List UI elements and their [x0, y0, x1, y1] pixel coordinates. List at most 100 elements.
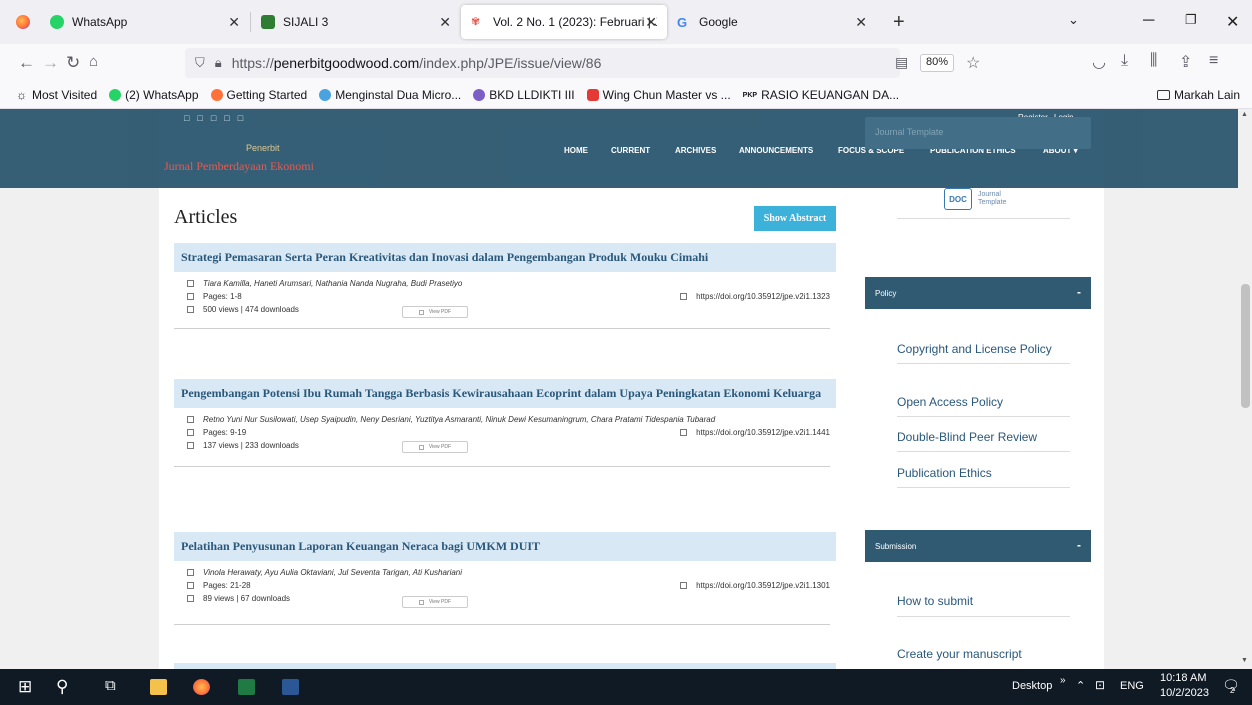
clock-time[interactable]: 10:18 AM [1160, 672, 1206, 684]
sidebar-link-how-to-submit[interactable]: How to submit [897, 594, 973, 608]
list-tabs-chevron-icon[interactable]: ⌄ [1068, 12, 1079, 28]
reload-icon[interactable]: ↻ [66, 53, 80, 73]
clock-date[interactable]: 10/2/2023 [1160, 687, 1209, 699]
sidebar-link-open-access[interactable]: Open Access Policy [897, 395, 1003, 409]
excel-icon[interactable] [238, 679, 255, 695]
zoom-level-badge[interactable]: 80% [920, 54, 955, 72]
other-bookmarks[interactable]: Markah Lain [1156, 88, 1240, 102]
sidebar-link-copyright[interactable]: Copyright and License Policy [897, 342, 1052, 356]
network-icon[interactable]: ⊡ [1095, 678, 1105, 692]
bookmark-whatsapp[interactable]: (2) WhatsApp [109, 88, 199, 102]
url-text[interactable]: https://penerbitgoodwood.com/index.php/J… [232, 55, 602, 71]
close-tab-icon[interactable]: ✕ [228, 14, 240, 31]
scroll-up-arrow-icon[interactable]: ▲ [1241, 111, 1248, 118]
file-explorer-icon[interactable] [150, 679, 167, 695]
article-title-link[interactable]: Pelatihan Penyusunan Laporan Keuangan Ne… [174, 532, 836, 561]
close-tab-icon[interactable]: ✕ [645, 14, 657, 31]
collapse-toggle-icon[interactable]: - [1077, 538, 1081, 552]
article-doi-link[interactable]: https://doi.org/10.35912/jpe.v2i1.1301 [680, 581, 830, 590]
home-icon[interactable]: ⌂ [89, 53, 98, 70]
reader-view-icon[interactable]: ▤ [895, 54, 908, 71]
downloads-icon[interactable]: ⤓ [1121, 52, 1128, 70]
bookmark-rasio-keuangan[interactable]: PKP RASIO KEUANGAN DA... [743, 88, 899, 102]
scroll-down-arrow-icon[interactable]: ▼ [1241, 657, 1248, 664]
article-stats-row: 500 views | 474 downloads [187, 305, 299, 314]
bookmark-most-visited[interactable]: ☼ Most Visited [16, 88, 97, 102]
tracking-shield-icon[interactable]: ⛉ [195, 55, 205, 71]
nav-archives[interactable]: ARCHIVES [675, 146, 716, 155]
pdf-icon [418, 309, 424, 315]
nav-announcements[interactable]: ANNOUNCEMENTS [739, 146, 813, 155]
article-stats: 500 views | 474 downloads [203, 305, 299, 314]
articles-heading: Articles [174, 206, 238, 228]
tab-journal-issue[interactable]: ✾ Vol. 2 No. 1 (2023): Februari | Jur ✕ [461, 5, 667, 39]
tab-sijali[interactable]: SIJALI 3 ✕ [251, 5, 461, 39]
browser-tab-strip: WhatsApp ✕ SIJALI 3 ✕ ✾ Vol. 2 No. 1 (20… [0, 0, 1252, 44]
library-icon[interactable]: ⫼ [1150, 52, 1157, 70]
url-path: /index.php/JPE/issue/view/86 [419, 55, 602, 71]
word-icon[interactable] [282, 679, 299, 695]
article-doi-link[interactable]: https://doi.org/10.35912/jpe.v2i1.1441 [680, 428, 830, 437]
page-scrollbar[interactable]: ▲ ▼ [1238, 109, 1252, 669]
tab-whatsapp[interactable]: WhatsApp ✕ [40, 5, 250, 39]
collapse-toggle-icon[interactable]: - [1077, 285, 1081, 299]
divider [897, 218, 1070, 219]
show-hidden-icons-chevron-icon[interactable]: ⌃ [1076, 679, 1085, 692]
article-doi: https://doi.org/10.35912/jpe.v2i1.1441 [696, 428, 830, 437]
url-bar[interactable]: ⛉ 🔒︎ https://penerbitgoodwood.com/index.… [185, 48, 980, 78]
search-icon[interactable]: ⚲ [56, 677, 68, 697]
bookmark-menginstal[interactable]: Menginstal Dua Micro... [319, 88, 461, 102]
bookmark-getting-started[interactable]: Getting Started [210, 88, 308, 102]
publisher-logo[interactable]: Penerbit [246, 143, 280, 153]
scroll-thumb[interactable] [1241, 284, 1250, 408]
bookmark-label: RASIO KEUANGAN DA... [761, 88, 900, 102]
chevron-double-right-icon[interactable]: » [1060, 675, 1066, 686]
back-arrow-icon[interactable]: ← [18, 53, 35, 73]
site-title[interactable]: Jurnal Pemberdayaan Ekonomi [164, 159, 314, 174]
new-tab-button[interactable]: + [893, 11, 905, 34]
view-pdf-button[interactable]: View PDF [402, 441, 468, 453]
language-indicator[interactable]: ENG [1120, 680, 1144, 692]
article-title-link[interactable]: Pengembangan Potensi Ibu Rumah Tangga Be… [174, 379, 836, 408]
journal-template-download[interactable]: DOC Journal Template [944, 188, 1006, 210]
bookmark-wing-chun[interactable]: Wing Chun Master vs ... [586, 88, 731, 102]
desktop-toolbar-label[interactable]: Desktop [1012, 680, 1052, 692]
bookmark-label: Getting Started [226, 88, 308, 102]
view-pdf-button[interactable]: View PDF [402, 306, 468, 318]
task-view-icon[interactable]: ⧉ [105, 677, 116, 694]
journal-favicon-icon: ✾ [471, 16, 481, 28]
lock-icon[interactable]: 🔒︎ [215, 55, 222, 71]
pocket-icon[interactable]: ◡ [1092, 52, 1106, 72]
google-icon: G [677, 15, 688, 30]
restore-window-button[interactable]: ❐ [1185, 12, 1197, 28]
show-abstract-button[interactable]: Show Abstract [754, 206, 836, 231]
firefox-taskbar-icon[interactable] [193, 679, 210, 695]
view-pdf-button[interactable]: View PDF [402, 596, 468, 608]
bookmark-star-icon[interactable]: ☆ [966, 53, 980, 73]
minimize-window-button[interactable]: ─ [1143, 12, 1154, 30]
windows-start-icon[interactable]: ⊞ [18, 677, 32, 697]
article-doi-link[interactable]: https://doi.org/10.35912/jpe.v2i1.1323 [680, 292, 830, 301]
bookmark-label: BKD LLDIKTI III [489, 88, 575, 102]
firefox-menu-icon[interactable] [16, 15, 30, 29]
tab-google[interactable]: G Google ✕ [667, 5, 877, 39]
close-tab-icon[interactable]: ✕ [439, 14, 451, 31]
app-menu-icon[interactable]: ≡ [1209, 52, 1218, 70]
close-tab-icon[interactable]: ✕ [855, 14, 867, 31]
nav-home[interactable]: HOME [564, 146, 588, 155]
article-item: Pengembangan Potensi Ibu Rumah Tangga Be… [174, 379, 836, 475]
divider [897, 487, 1070, 488]
pdf-icon [418, 444, 424, 450]
sidebar-link-peer-review[interactable]: Double-Blind Peer Review [897, 430, 1037, 444]
sidebar-link-create-manuscript[interactable]: Create your manuscript [897, 647, 1022, 661]
user-icon [187, 416, 194, 423]
article-doi: https://doi.org/10.35912/jpe.v2i1.1323 [696, 292, 830, 301]
gear-icon: ☼ [16, 88, 27, 102]
forward-arrow-icon[interactable]: → [42, 53, 59, 73]
article-title-link[interactable]: Strategi Pemasaran Serta Peran Kreativit… [174, 243, 836, 272]
nav-current[interactable]: CURRENT [611, 146, 650, 155]
sidebar-link-publication-ethics[interactable]: Publication Ethics [897, 466, 992, 480]
close-window-button[interactable]: ✕ [1226, 12, 1239, 32]
bookmark-bkd[interactable]: BKD LLDIKTI III [473, 88, 575, 102]
share-icon[interactable]: ⇪ [1179, 52, 1192, 72]
